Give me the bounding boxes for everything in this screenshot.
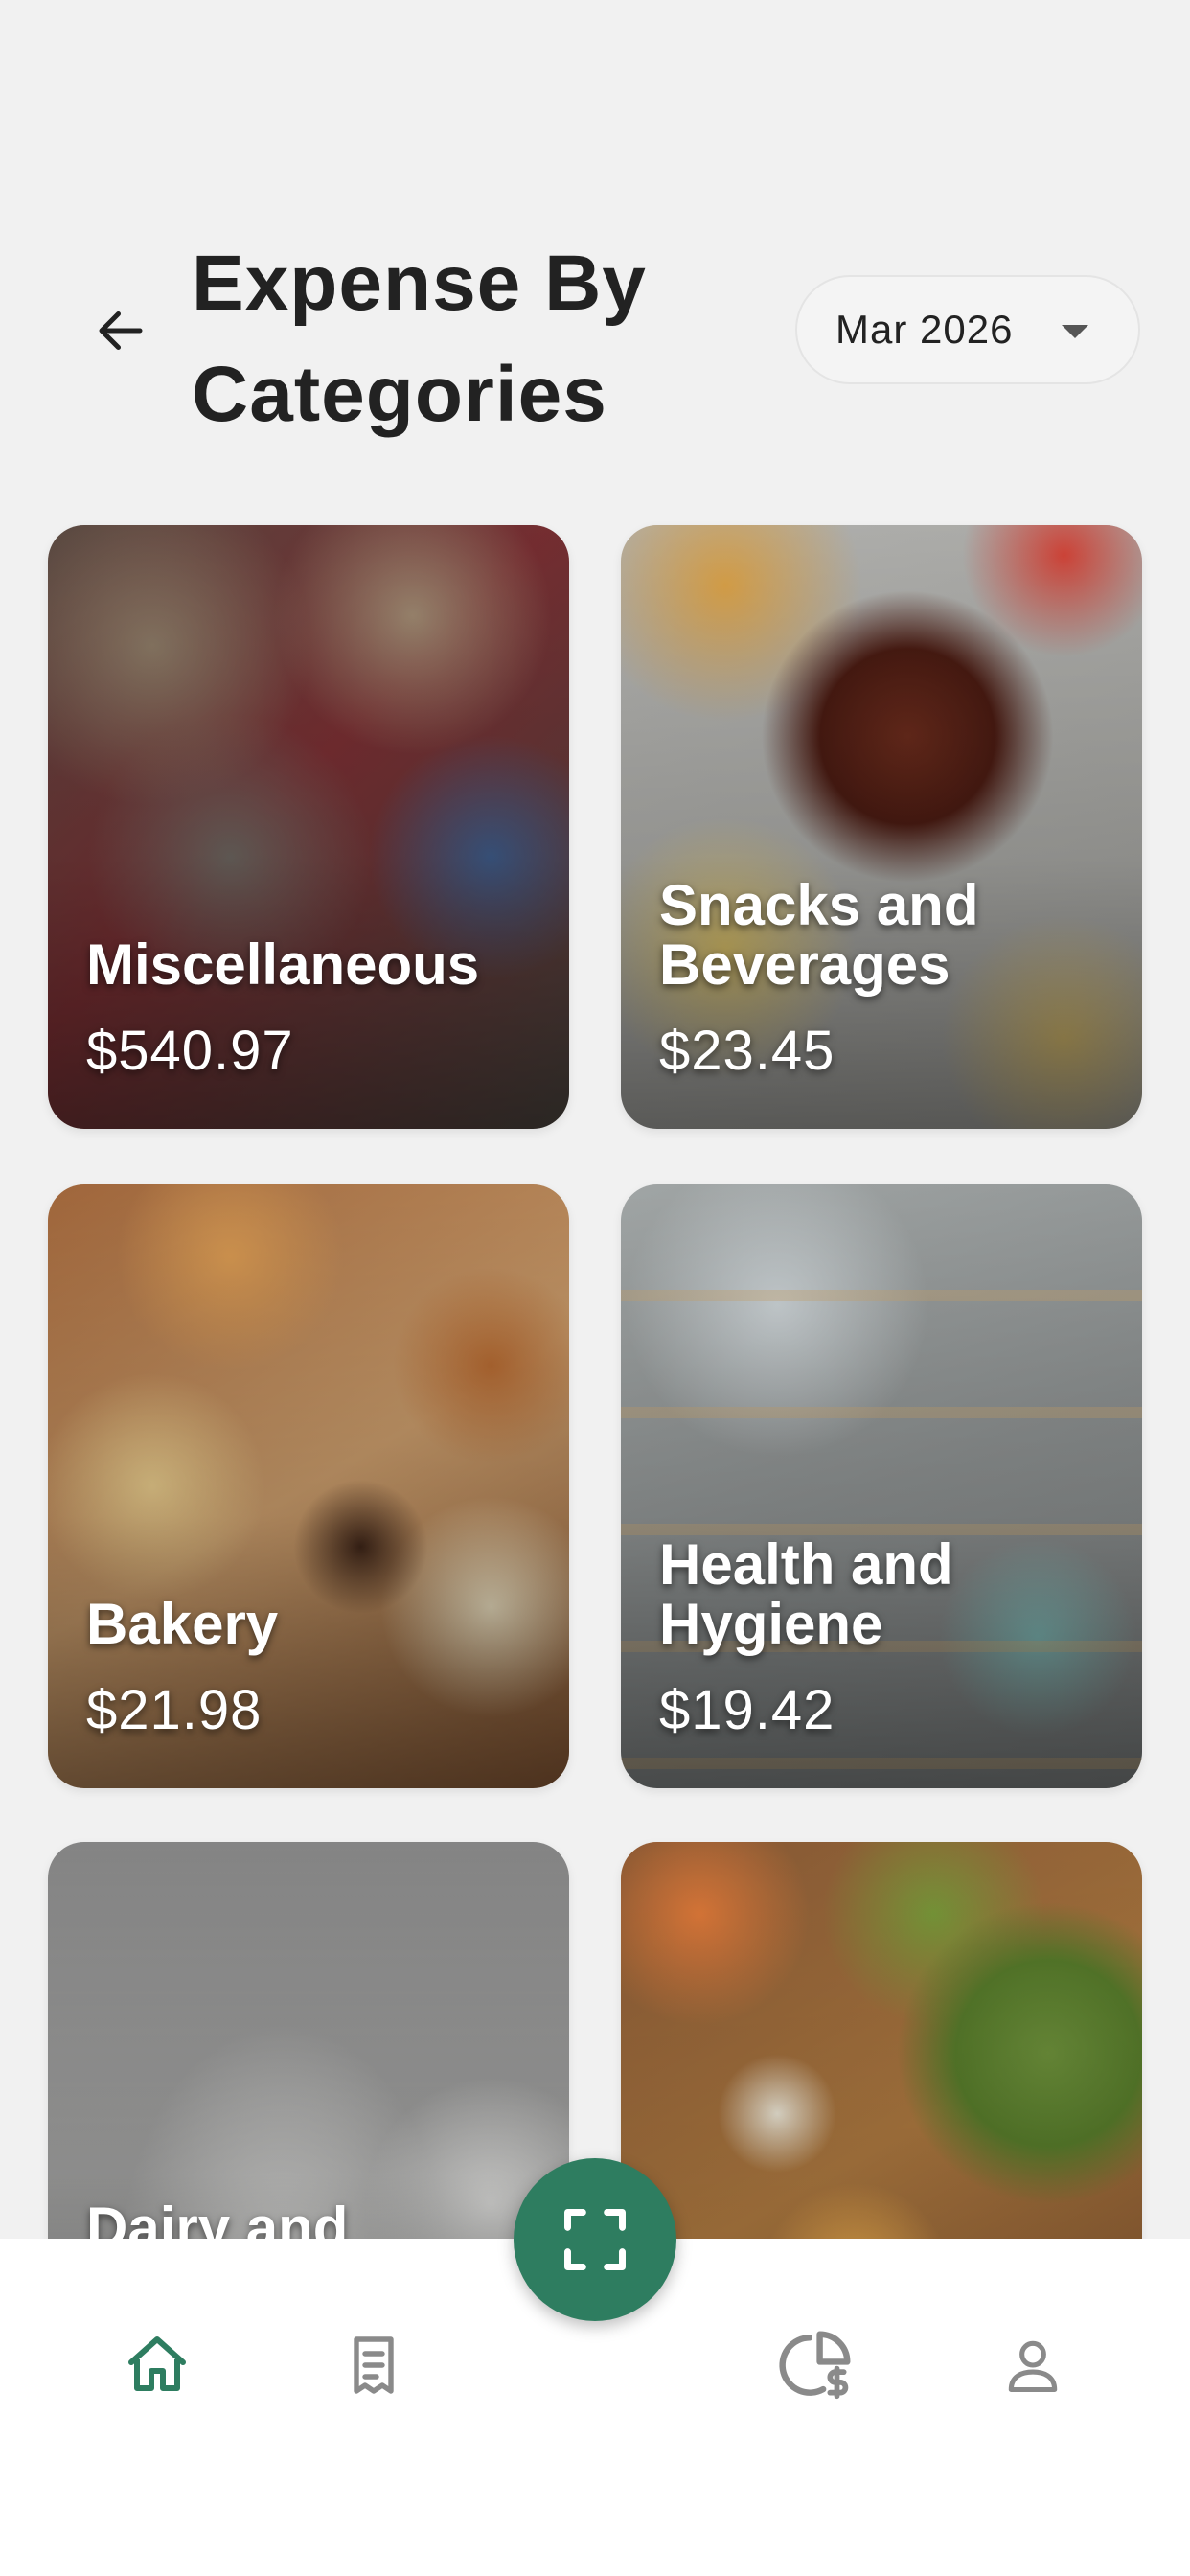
page-title: Expense By Categories [192,240,647,438]
category-amount: $23.45 [659,1020,835,1082]
scan-button[interactable] [514,2158,676,2321]
pie-chart-dollar-icon [779,2331,851,2400]
nav-reports[interactable] [768,2317,864,2413]
home-icon [128,2336,186,2391]
chevron-down-icon [1062,325,1088,338]
profile-icon [1008,2340,1058,2393]
category-amount: $21.98 [86,1679,263,1741]
category-name: Bakery [86,1592,279,1656]
category-name: Miscellaneous [86,932,480,997]
month-value: Mar 2026 [835,307,1014,352]
nav-receipts[interactable] [326,2317,422,2413]
category-name: Snacks and Beverages [659,873,979,997]
nav-profile[interactable] [985,2317,1081,2413]
arrow-left-icon [99,311,143,350]
nav-home[interactable] [109,2317,205,2413]
header: Expense By Categories Mar 2026 [0,0,1190,460]
category-amount: $19.42 [659,1679,835,1741]
category-amount: $540.97 [86,1020,294,1082]
category-card-miscellaneous[interactable]: Miscellaneous $540.97 [48,525,569,1129]
category-name: Health and Hygiene [659,1532,953,1656]
category-card-snacks-beverages[interactable]: Snacks and Beverages $23.45 [621,525,1142,1129]
scan-icon [564,2209,626,2270]
back-button[interactable] [82,292,159,369]
month-selector[interactable]: Mar 2026 [795,275,1140,384]
category-card-health-hygiene[interactable]: Health and Hygiene $19.42 [621,1184,1142,1788]
receipt-icon [354,2336,394,2394]
category-card-bakery[interactable]: Bakery $21.98 [48,1184,569,1788]
